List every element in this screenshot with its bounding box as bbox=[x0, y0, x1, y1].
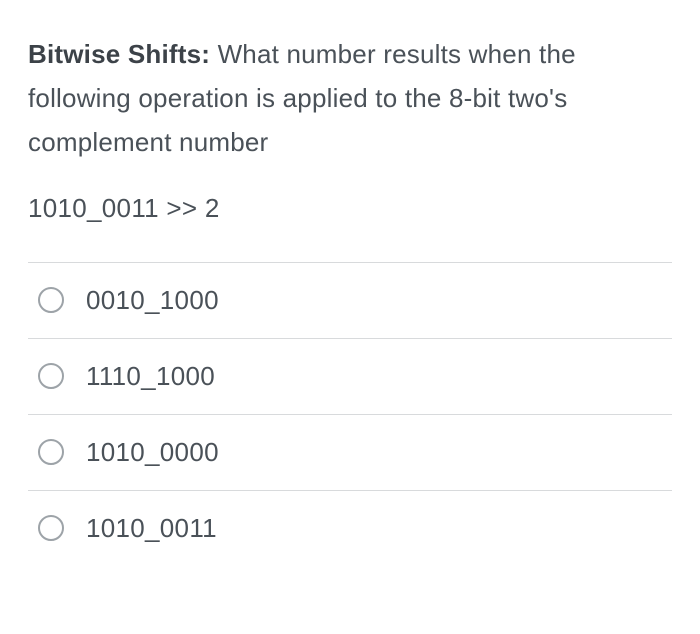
option-label: 1010_0000 bbox=[86, 437, 219, 468]
option-0[interactable]: 0010_1000 bbox=[28, 263, 672, 339]
radio-icon bbox=[38, 363, 64, 389]
radio-icon bbox=[38, 287, 64, 313]
option-3[interactable]: 1010_0011 bbox=[28, 491, 672, 566]
question-expression: 1010_0011 >> 2 bbox=[28, 193, 672, 224]
options-list: 0010_1000 1110_1000 1010_0000 1010_0011 bbox=[28, 262, 672, 566]
option-2[interactable]: 1010_0000 bbox=[28, 415, 672, 491]
question-prompt: Bitwise Shifts: What number results when… bbox=[28, 32, 672, 165]
option-label: 0010_1000 bbox=[86, 285, 219, 316]
option-1[interactable]: 1110_1000 bbox=[28, 339, 672, 415]
question-title: Bitwise Shifts: bbox=[28, 39, 210, 69]
option-label: 1010_0011 bbox=[86, 513, 217, 544]
option-label: 1110_1000 bbox=[86, 361, 215, 392]
radio-icon bbox=[38, 515, 64, 541]
radio-icon bbox=[38, 439, 64, 465]
